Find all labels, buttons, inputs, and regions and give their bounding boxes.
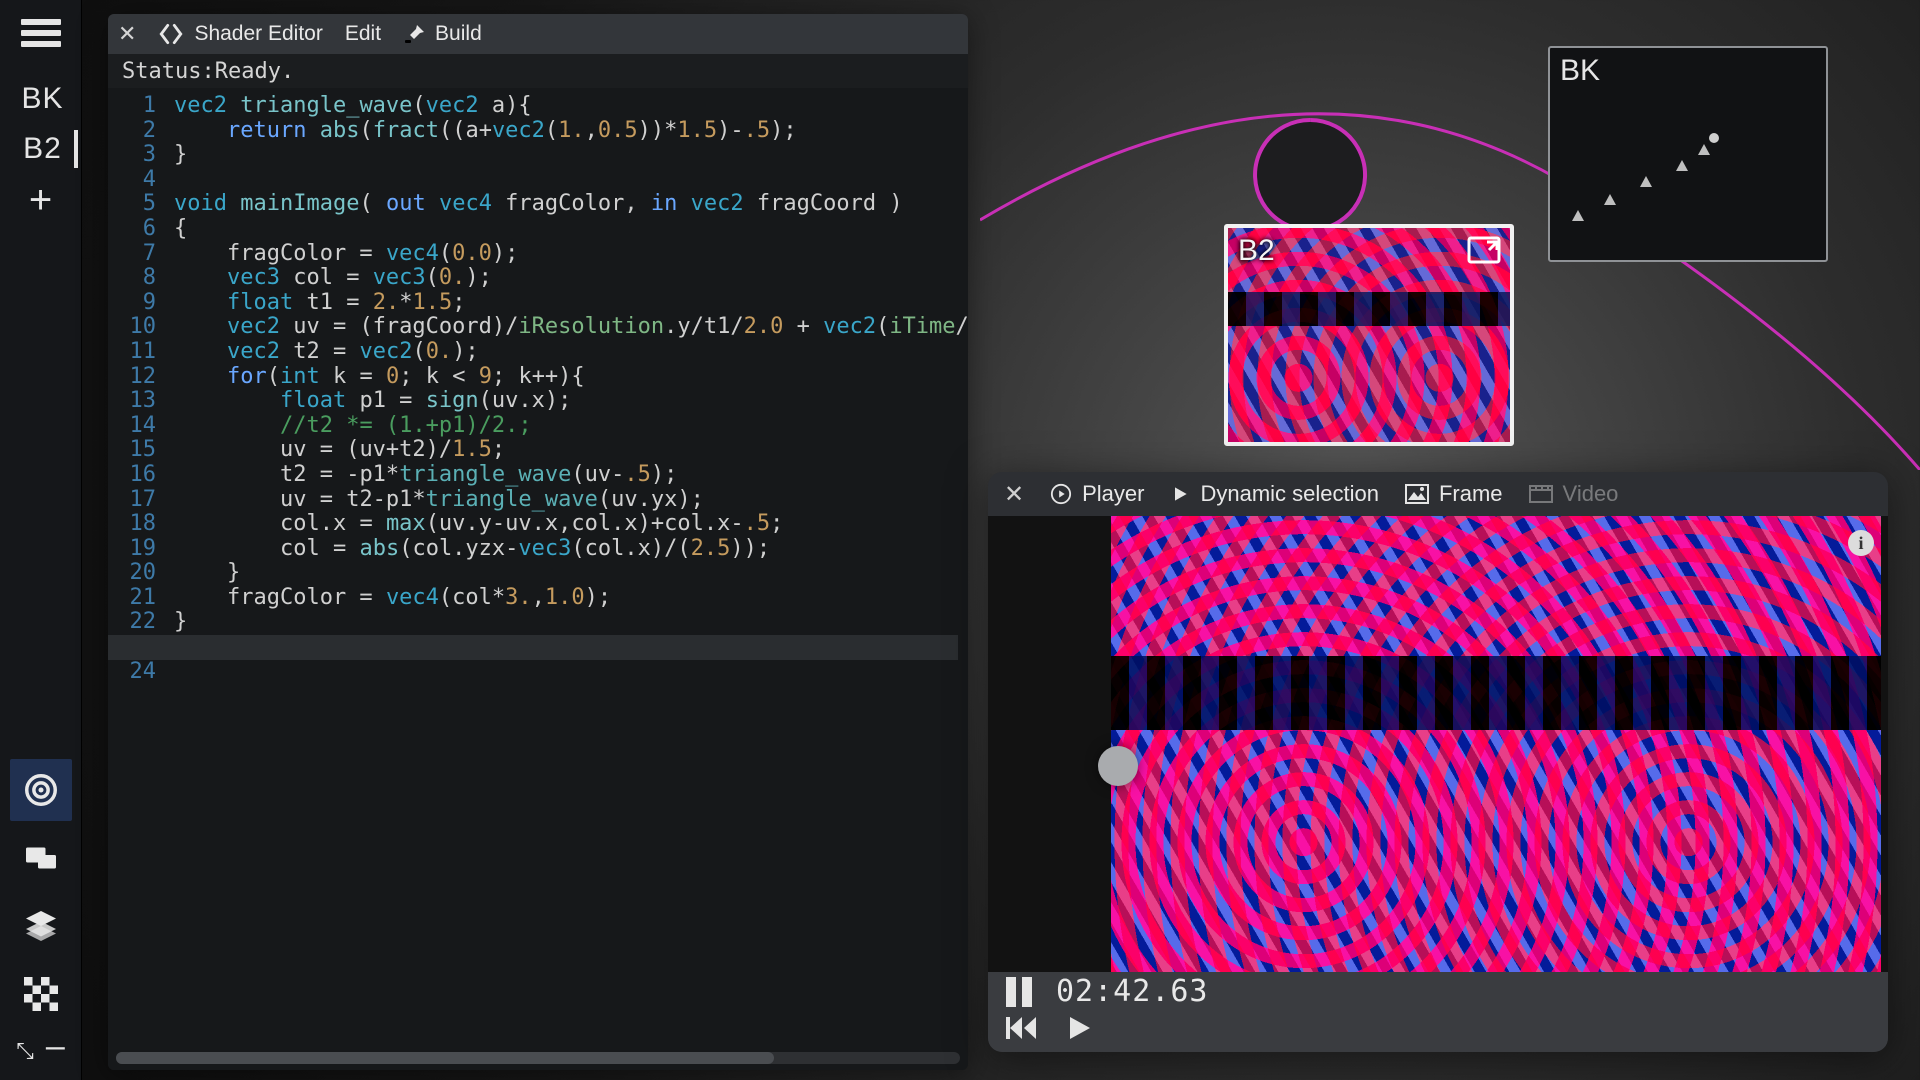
timecode: 02:42.63 — [1056, 974, 1209, 1009]
shader-editor-panel: ✕ Shader Editor Edit Build Status: Ready… — [108, 14, 968, 1070]
editor-title: Shader Editor — [158, 21, 322, 47]
pause-button[interactable] — [1006, 977, 1032, 1007]
skip-back-button[interactable] — [1006, 1015, 1036, 1046]
tab-player[interactable]: Player — [1050, 481, 1144, 507]
tab-video[interactable]: Video — [1529, 481, 1619, 507]
player-controls: 02:42.63 — [988, 972, 1888, 1052]
player-viewport[interactable]: i — [988, 516, 1888, 972]
tab-dynamic-selection[interactable]: Dynamic selection — [1170, 481, 1379, 507]
tab-frame[interactable]: Frame — [1405, 481, 1503, 507]
fullscreen-icon[interactable] — [1464, 234, 1504, 266]
node-b2-card[interactable]: B2 — [1224, 224, 1514, 446]
add-tab-button[interactable]: + — [8, 174, 74, 227]
code-icon — [158, 21, 184, 47]
editor-status: Status: Ready. — [108, 54, 968, 88]
tool-target-icon[interactable] — [10, 759, 72, 821]
tool-share-icon[interactable] — [10, 827, 72, 889]
node-bk-card[interactable]: BK — [1548, 46, 1828, 262]
close-player-icon[interactable]: ✕ — [1004, 480, 1024, 509]
hamburger-menu-icon[interactable] — [21, 14, 61, 50]
menu-edit[interactable]: Edit — [345, 22, 381, 46]
player-panel: ✕ Player Dynamic selection Frame Video i… — [988, 472, 1888, 1052]
video-icon — [1529, 485, 1553, 503]
menu-build[interactable]: Build — [403, 22, 482, 46]
scrub-knob[interactable] — [1098, 746, 1138, 786]
info-icon[interactable]: i — [1848, 530, 1874, 556]
frame-icon — [1405, 484, 1429, 504]
player-toolbar: ✕ Player Dynamic selection Frame Video — [988, 472, 1888, 516]
left-rail: BKB2 + ⤡ – — [0, 0, 82, 1080]
dynamic-icon — [1170, 484, 1190, 504]
collapse-icon[interactable]: ⤡ — [16, 1038, 34, 1064]
bk-probe-dots — [1550, 48, 1830, 264]
rail-tab-b2[interactable]: B2 — [8, 124, 74, 174]
play-circle-icon — [1050, 483, 1072, 505]
editor-toolbar: ✕ Shader Editor Edit Build — [108, 14, 968, 54]
tool-layers-icon[interactable] — [10, 895, 72, 957]
code-editor[interactable]: 123456789101112131415161718192021222324 … — [108, 88, 968, 1070]
play-button[interactable] — [1066, 1015, 1092, 1046]
build-icon — [403, 22, 427, 46]
node-b2-label: B2 — [1238, 234, 1275, 268]
rail-tab-bk[interactable]: BK — [8, 74, 74, 124]
editor-h-scrollbar[interactable] — [116, 1052, 960, 1064]
tool-checker-icon[interactable] — [10, 963, 72, 1025]
close-editor-icon[interactable]: ✕ — [118, 21, 136, 47]
player-output-image — [1111, 516, 1881, 972]
minimize-icon[interactable]: – — [46, 1027, 65, 1066]
